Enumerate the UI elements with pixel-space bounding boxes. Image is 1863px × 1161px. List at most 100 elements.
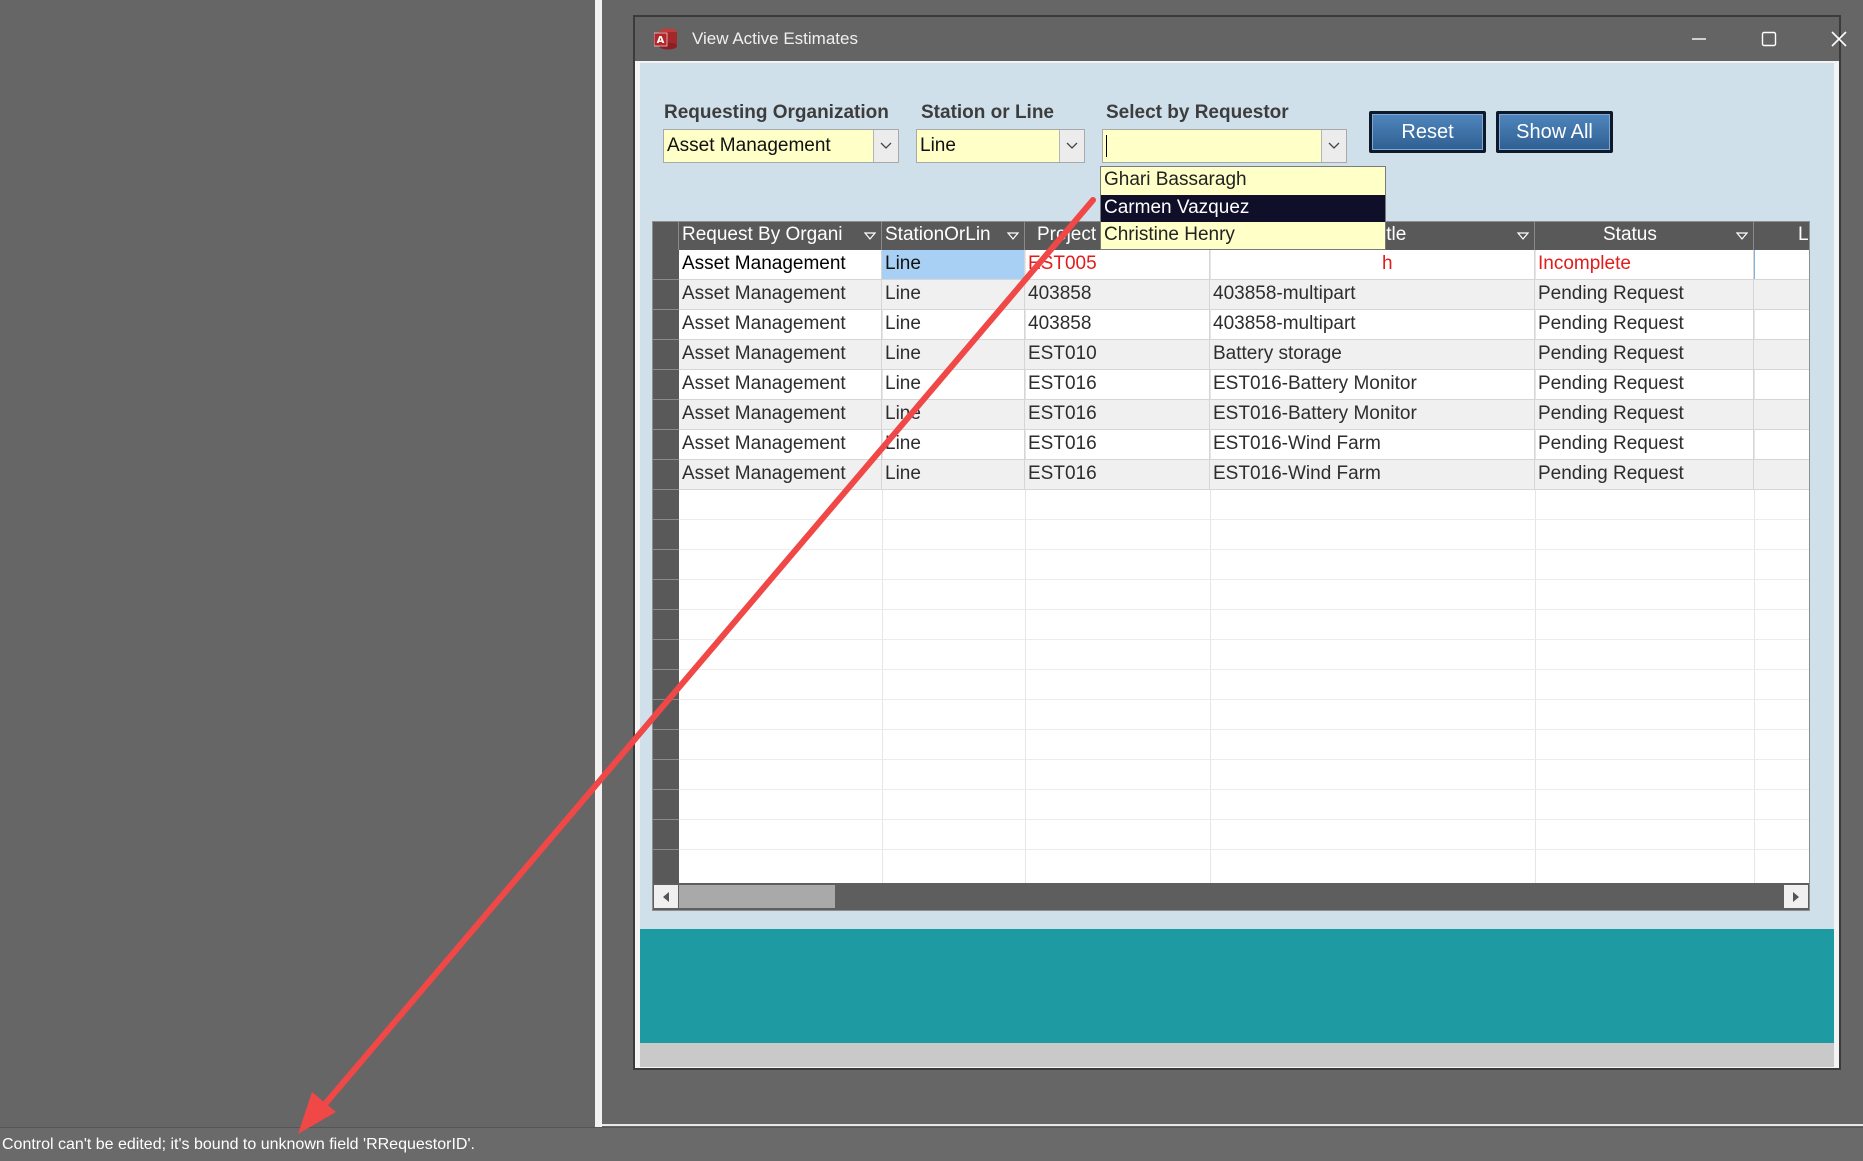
requestor-dropdown-list[interactable]: Ghari Bassaragh Carmen Vazquez Christine… bbox=[1100, 166, 1386, 250]
select-all-corner[interactable] bbox=[653, 222, 679, 250]
empty-row bbox=[679, 640, 1809, 670]
title-cell[interactable]: EST016-Wind Farm bbox=[1210, 430, 1535, 459]
requestor-dropdown-button[interactable] bbox=[1321, 130, 1346, 162]
table-row[interactable]: Asset Management Line EST016 EST016-Wind… bbox=[679, 430, 1809, 460]
extra-cell[interactable] bbox=[1754, 460, 1809, 489]
column-header-label: L bbox=[1798, 224, 1809, 245]
extra-cell[interactable] bbox=[1754, 430, 1809, 459]
project-cell[interactable]: 403858 bbox=[1025, 310, 1210, 339]
record-selector-divider bbox=[653, 729, 679, 730]
status-cell[interactable]: Pending Request bbox=[1535, 370, 1754, 399]
table-row[interactable]: Asset Management Line 403858 403858-mult… bbox=[679, 280, 1809, 310]
extra-cell[interactable] bbox=[1754, 280, 1809, 309]
org-cell[interactable]: Asset Management bbox=[679, 370, 882, 399]
filter-arrow-icon[interactable] bbox=[1517, 231, 1529, 241]
status-cell[interactable]: Pending Request bbox=[1535, 280, 1754, 309]
title-cell[interactable]: 403858-multipart bbox=[1210, 310, 1535, 339]
scroll-left-button[interactable] bbox=[654, 885, 678, 908]
extra-cell[interactable] bbox=[1754, 250, 1809, 279]
extra-cell[interactable] bbox=[1754, 370, 1809, 399]
table-row[interactable]: Asset Management Line EST016 EST016-Wind… bbox=[679, 460, 1809, 490]
requestor-option-highlighted[interactable]: Carmen Vazquez bbox=[1101, 195, 1385, 222]
scrollbar-thumb[interactable] bbox=[679, 885, 835, 908]
station-cell[interactable]: Line bbox=[882, 370, 1025, 399]
org-cell[interactable]: Asset Management bbox=[679, 250, 882, 279]
station-cell[interactable]: Line bbox=[882, 400, 1025, 429]
project-cell[interactable]: EST016 bbox=[1025, 430, 1210, 459]
column-header[interactable]: StationOrLin bbox=[882, 222, 1025, 250]
record-selector-divider bbox=[653, 759, 679, 760]
station-cell[interactable]: Line bbox=[882, 280, 1025, 309]
org-cell[interactable]: Asset Management bbox=[679, 310, 882, 339]
record-selector-divider bbox=[653, 639, 679, 640]
record-selector-divider bbox=[653, 429, 679, 430]
extra-cell[interactable] bbox=[1754, 310, 1809, 339]
title-cell[interactable]: EST016-Battery Monitor bbox=[1210, 370, 1535, 399]
close-icon bbox=[1831, 31, 1847, 47]
org-cell[interactable]: Asset Management bbox=[679, 280, 882, 309]
minimize-icon bbox=[1692, 38, 1706, 40]
table-row[interactable]: Asset Management Line EST010 Battery sto… bbox=[679, 340, 1809, 370]
table-row[interactable]: Asset Management Line EST016 EST016-Batt… bbox=[679, 370, 1809, 400]
status-cell[interactable]: Pending Request bbox=[1535, 340, 1754, 369]
filter-arrow-icon[interactable] bbox=[864, 231, 876, 241]
maximize-button[interactable] bbox=[1734, 17, 1804, 61]
show-all-button[interactable]: Show All bbox=[1496, 111, 1613, 153]
title-cell[interactable]: Battery storage bbox=[1210, 340, 1535, 369]
project-cell[interactable]: EST016 bbox=[1025, 370, 1210, 399]
status-cell[interactable]: Pending Request bbox=[1535, 430, 1754, 459]
extra-cell[interactable] bbox=[1754, 400, 1809, 429]
title-cell[interactable]: h bbox=[1210, 250, 1535, 279]
requestor-combo[interactable] bbox=[1102, 129, 1347, 163]
requestor-label: Select by Requestor bbox=[1106, 102, 1289, 123]
station-cell[interactable]: Line bbox=[882, 430, 1025, 459]
title-cell[interactable]: EST016-Wind Farm bbox=[1210, 460, 1535, 489]
project-cell[interactable]: EST010 bbox=[1025, 340, 1210, 369]
requestor-option[interactable]: Christine Henry bbox=[1101, 222, 1385, 249]
station-cell[interactable]: Line bbox=[882, 460, 1025, 489]
project-cell[interactable]: EST005 bbox=[1025, 250, 1210, 279]
station-cell[interactable]: Line bbox=[882, 250, 1025, 279]
org-cell[interactable]: Asset Management bbox=[679, 460, 882, 489]
filter-arrow-icon[interactable] bbox=[1007, 231, 1019, 241]
column-header[interactable]: L bbox=[1754, 222, 1809, 250]
table-row[interactable]: Asset Management Line 403858 403858-mult… bbox=[679, 310, 1809, 340]
status-cell[interactable]: Pending Request bbox=[1535, 400, 1754, 429]
station-cell[interactable]: Line bbox=[882, 310, 1025, 339]
chevron-down-icon bbox=[880, 142, 892, 149]
column-header[interactable]: Request By Organi bbox=[679, 222, 882, 250]
org-cell[interactable]: Asset Management bbox=[679, 430, 882, 459]
station-cell[interactable]: Line bbox=[882, 340, 1025, 369]
status-cell[interactable]: Pending Request bbox=[1535, 310, 1754, 339]
filter-arrow-icon[interactable] bbox=[1736, 231, 1748, 241]
org-dropdown-button[interactable] bbox=[873, 130, 898, 162]
requestor-option[interactable]: Ghari Bassaragh bbox=[1101, 167, 1385, 194]
close-button[interactable] bbox=[1804, 17, 1863, 61]
pane-divider[interactable] bbox=[595, 0, 602, 1127]
minimize-button[interactable] bbox=[1664, 17, 1734, 61]
title-bar[interactable]: A View Active Estimates bbox=[635, 17, 1847, 61]
scroll-right-button[interactable] bbox=[1784, 885, 1808, 908]
empty-row bbox=[679, 760, 1809, 790]
project-cell[interactable]: 403858 bbox=[1025, 280, 1210, 309]
horizontal-scrollbar[interactable] bbox=[653, 883, 1809, 910]
table-row[interactable]: Asset Management Line EST016 EST016-Batt… bbox=[679, 400, 1809, 430]
reset-button[interactable]: Reset bbox=[1369, 111, 1486, 153]
status-cell[interactable]: Incomplete bbox=[1535, 250, 1754, 279]
extra-cell[interactable] bbox=[1754, 340, 1809, 369]
estimates-datasheet[interactable]: Request By Organi StationOrLin Project i… bbox=[652, 221, 1810, 911]
record-selector-column[interactable] bbox=[653, 250, 679, 883]
org-combo[interactable]: Asset Management bbox=[663, 129, 899, 163]
project-cell[interactable]: EST016 bbox=[1025, 460, 1210, 489]
table-row[interactable]: Asset Management Line EST005 h Incomplet… bbox=[679, 250, 1809, 280]
station-combo[interactable]: Line bbox=[916, 129, 1085, 163]
record-selector-divider bbox=[653, 279, 679, 280]
station-dropdown-button[interactable] bbox=[1059, 130, 1084, 162]
org-cell[interactable]: Asset Management bbox=[679, 400, 882, 429]
status-cell[interactable]: Pending Request bbox=[1535, 460, 1754, 489]
project-cell[interactable]: EST016 bbox=[1025, 400, 1210, 429]
title-cell[interactable]: EST016-Battery Monitor bbox=[1210, 400, 1535, 429]
title-cell[interactable]: 403858-multipart bbox=[1210, 280, 1535, 309]
column-header[interactable]: Status bbox=[1535, 222, 1754, 250]
org-cell[interactable]: Asset Management bbox=[679, 340, 882, 369]
